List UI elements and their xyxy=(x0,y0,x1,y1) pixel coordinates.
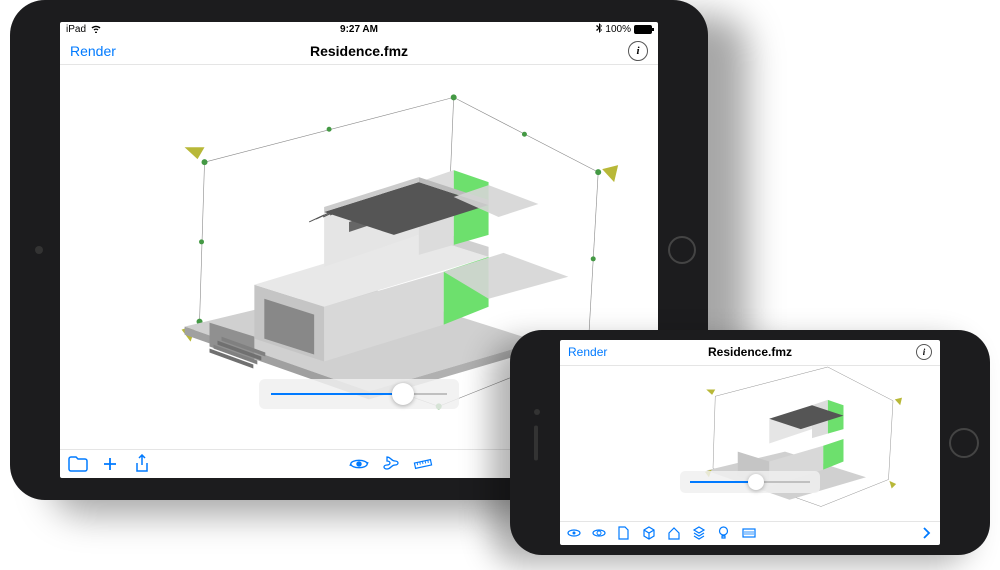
status-right: 100% xyxy=(596,23,652,36)
view-icon-1[interactable] xyxy=(566,526,581,541)
toolbar-left xyxy=(68,454,152,474)
slider-track xyxy=(271,393,447,395)
wifi-icon xyxy=(90,24,102,36)
section-icon[interactable] xyxy=(381,454,401,474)
iphone-nav-bar: Render Residence.fmz i xyxy=(560,340,940,366)
add-icon[interactable] xyxy=(100,454,120,474)
bulb-icon[interactable] xyxy=(716,526,731,541)
iphone-toolbar-tools xyxy=(566,526,756,541)
iphone-slider-thumb[interactable] xyxy=(748,474,764,490)
effects-icon[interactable] xyxy=(741,526,756,541)
document-title: Residence.fmz xyxy=(310,43,408,59)
view-icon-2[interactable] xyxy=(591,526,606,541)
page-icon[interactable] xyxy=(616,526,631,541)
slider-fill xyxy=(271,393,403,395)
status-bar: iPad 9:27 AM 100% xyxy=(60,22,658,37)
iphone-screen: Render Residence.fmz i xyxy=(560,340,940,545)
iphone-document-title: Residence.fmz xyxy=(708,345,792,359)
ruler-icon[interactable] xyxy=(413,454,433,474)
layers-icon[interactable] xyxy=(691,526,706,541)
battery-icon xyxy=(634,25,652,34)
iphone-speaker xyxy=(534,425,538,460)
share-icon[interactable] xyxy=(132,454,152,474)
battery-percent: 100% xyxy=(605,24,631,35)
iphone-info-button[interactable]: i xyxy=(916,344,932,360)
bluetooth-icon xyxy=(596,23,602,36)
iphone-home-button[interactable] xyxy=(949,428,979,458)
iphone-device-frame: Render Residence.fmz i xyxy=(510,330,990,555)
section-slider[interactable] xyxy=(259,379,459,409)
iphone-slider-track xyxy=(690,481,810,483)
ipad-home-button[interactable] xyxy=(668,236,696,264)
back-button[interactable]: Render xyxy=(70,43,116,59)
toolbar-center xyxy=(349,454,433,474)
iphone-camera xyxy=(534,409,540,415)
iphone-toolbar xyxy=(560,521,940,545)
info-button[interactable]: i xyxy=(628,41,648,61)
iphone-model-view xyxy=(560,366,940,521)
device-label: iPad xyxy=(66,24,86,35)
folder-icon[interactable] xyxy=(68,454,88,474)
chevron-right-icon[interactable] xyxy=(919,526,934,541)
orbit-icon[interactable] xyxy=(349,454,369,474)
slider-thumb[interactable] xyxy=(392,383,414,405)
status-left: iPad xyxy=(66,24,102,36)
iphone-canvas[interactable] xyxy=(560,366,940,521)
iphone-slider[interactable] xyxy=(680,471,820,493)
cube-icon[interactable] xyxy=(641,526,656,541)
status-time: 9:27 AM xyxy=(340,24,378,35)
iphone-slider-fill xyxy=(690,481,756,483)
iphone-back-button[interactable]: Render xyxy=(568,345,607,359)
nav-bar: Render Residence.fmz i xyxy=(60,37,658,65)
home-icon[interactable] xyxy=(666,526,681,541)
ipad-camera xyxy=(35,246,43,254)
